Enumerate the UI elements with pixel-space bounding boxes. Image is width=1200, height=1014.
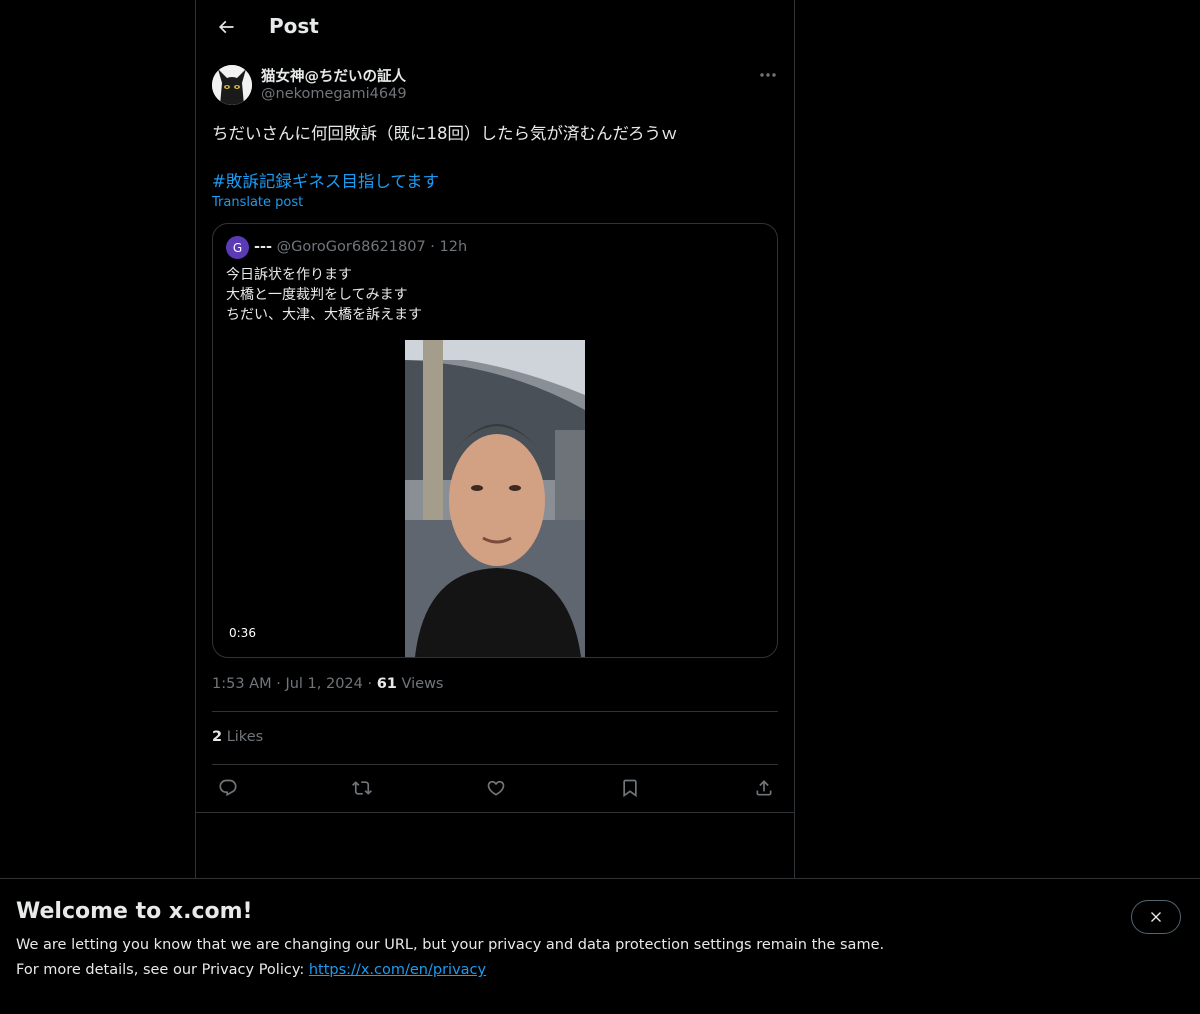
reply-icon xyxy=(219,779,237,797)
post-time[interactable]: 1:53 AM xyxy=(212,676,272,692)
quote-time[interactable]: 12h xyxy=(440,239,468,255)
like-button[interactable] xyxy=(484,776,508,800)
post-date[interactable]: Jul 1, 2024 xyxy=(285,676,362,692)
post-header: Post xyxy=(196,0,794,54)
banner-privacy-prefix: For more details, see our Privacy Policy… xyxy=(16,962,309,978)
main-column: Post 猫女神@ちだいの証人 @nekomegami4649 ちだいさんに何回… xyxy=(195,0,795,1013)
quote-avatar[interactable]: G xyxy=(226,236,249,259)
share-button[interactable] xyxy=(752,776,776,800)
repost-button[interactable] xyxy=(350,776,374,800)
author-avatar[interactable] xyxy=(212,65,252,105)
separator-dot: · xyxy=(367,676,373,692)
author-name[interactable]: 猫女神@ちだいの証人 xyxy=(261,65,406,86)
bookmark-icon xyxy=(623,779,637,798)
close-icon xyxy=(1151,912,1161,922)
more-button[interactable] xyxy=(752,64,784,86)
quote-text-line: 今日訴状を作ります xyxy=(226,267,352,283)
translate-post-link[interactable]: Translate post xyxy=(212,195,303,210)
bookmark-button[interactable] xyxy=(618,776,642,800)
banner-message: We are letting you know that we are chan… xyxy=(16,937,885,953)
separator-dot: · xyxy=(430,239,435,255)
repost-icon xyxy=(352,781,372,795)
arrow-left-icon xyxy=(218,20,234,34)
likes-count: 2 xyxy=(212,729,223,745)
divider xyxy=(212,764,778,765)
reply-button[interactable] xyxy=(216,776,240,800)
post-text: ちだいさんに何回敗訴（既に18回）したら気が済むんだろうｗ xyxy=(212,124,678,143)
quote-header: --- @GoroGor68621807 · 12h xyxy=(254,239,467,255)
banner-title: Welcome to x.com! xyxy=(16,899,253,924)
quote-author-name[interactable]: --- xyxy=(254,239,272,255)
video-duration: 0:36 xyxy=(223,624,262,642)
quote-author-handle[interactable]: @GoroGor68621807 xyxy=(277,239,426,255)
back-button[interactable] xyxy=(208,9,244,45)
video-frame-image xyxy=(405,340,585,657)
views-label: Views xyxy=(401,676,444,692)
post-meta: 1:53 AM · Jul 1, 2024 · 61 Views xyxy=(212,676,443,692)
likes-stat[interactable]: 2 Likes xyxy=(212,729,263,745)
share-icon xyxy=(756,780,772,796)
video-thumbnail[interactable] xyxy=(405,340,585,657)
separator-dot: · xyxy=(276,676,281,692)
quote-text-line: 大橋と一度裁判をしてみます xyxy=(226,287,408,303)
divider xyxy=(212,711,778,712)
quoted-post[interactable]: G --- @GoroGor68621807 · 12h 今日訴状を作ります 大… xyxy=(212,223,778,658)
likes-label: Likes xyxy=(226,729,264,745)
welcome-banner: Welcome to x.com! We are letting you kno… xyxy=(0,878,1200,1014)
privacy-policy-link[interactable]: https://x.com/en/privacy xyxy=(309,962,486,978)
quote-text-line: ちだい、大津、大橋を訴えます xyxy=(226,307,422,323)
divider xyxy=(196,812,794,813)
page-title: Post xyxy=(269,14,319,38)
hashtag-link[interactable]: #敗訴記録ギネス目指してます xyxy=(212,168,439,192)
cat-avatar-image xyxy=(212,65,252,105)
views-count: 61 xyxy=(376,676,397,692)
author-handle[interactable]: @nekomegami4649 xyxy=(261,86,407,102)
banner-privacy-line: For more details, see our Privacy Policy… xyxy=(16,962,486,978)
more-horizontal-icon xyxy=(760,73,776,77)
heart-icon xyxy=(487,780,505,796)
close-banner-button[interactable] xyxy=(1131,900,1181,934)
